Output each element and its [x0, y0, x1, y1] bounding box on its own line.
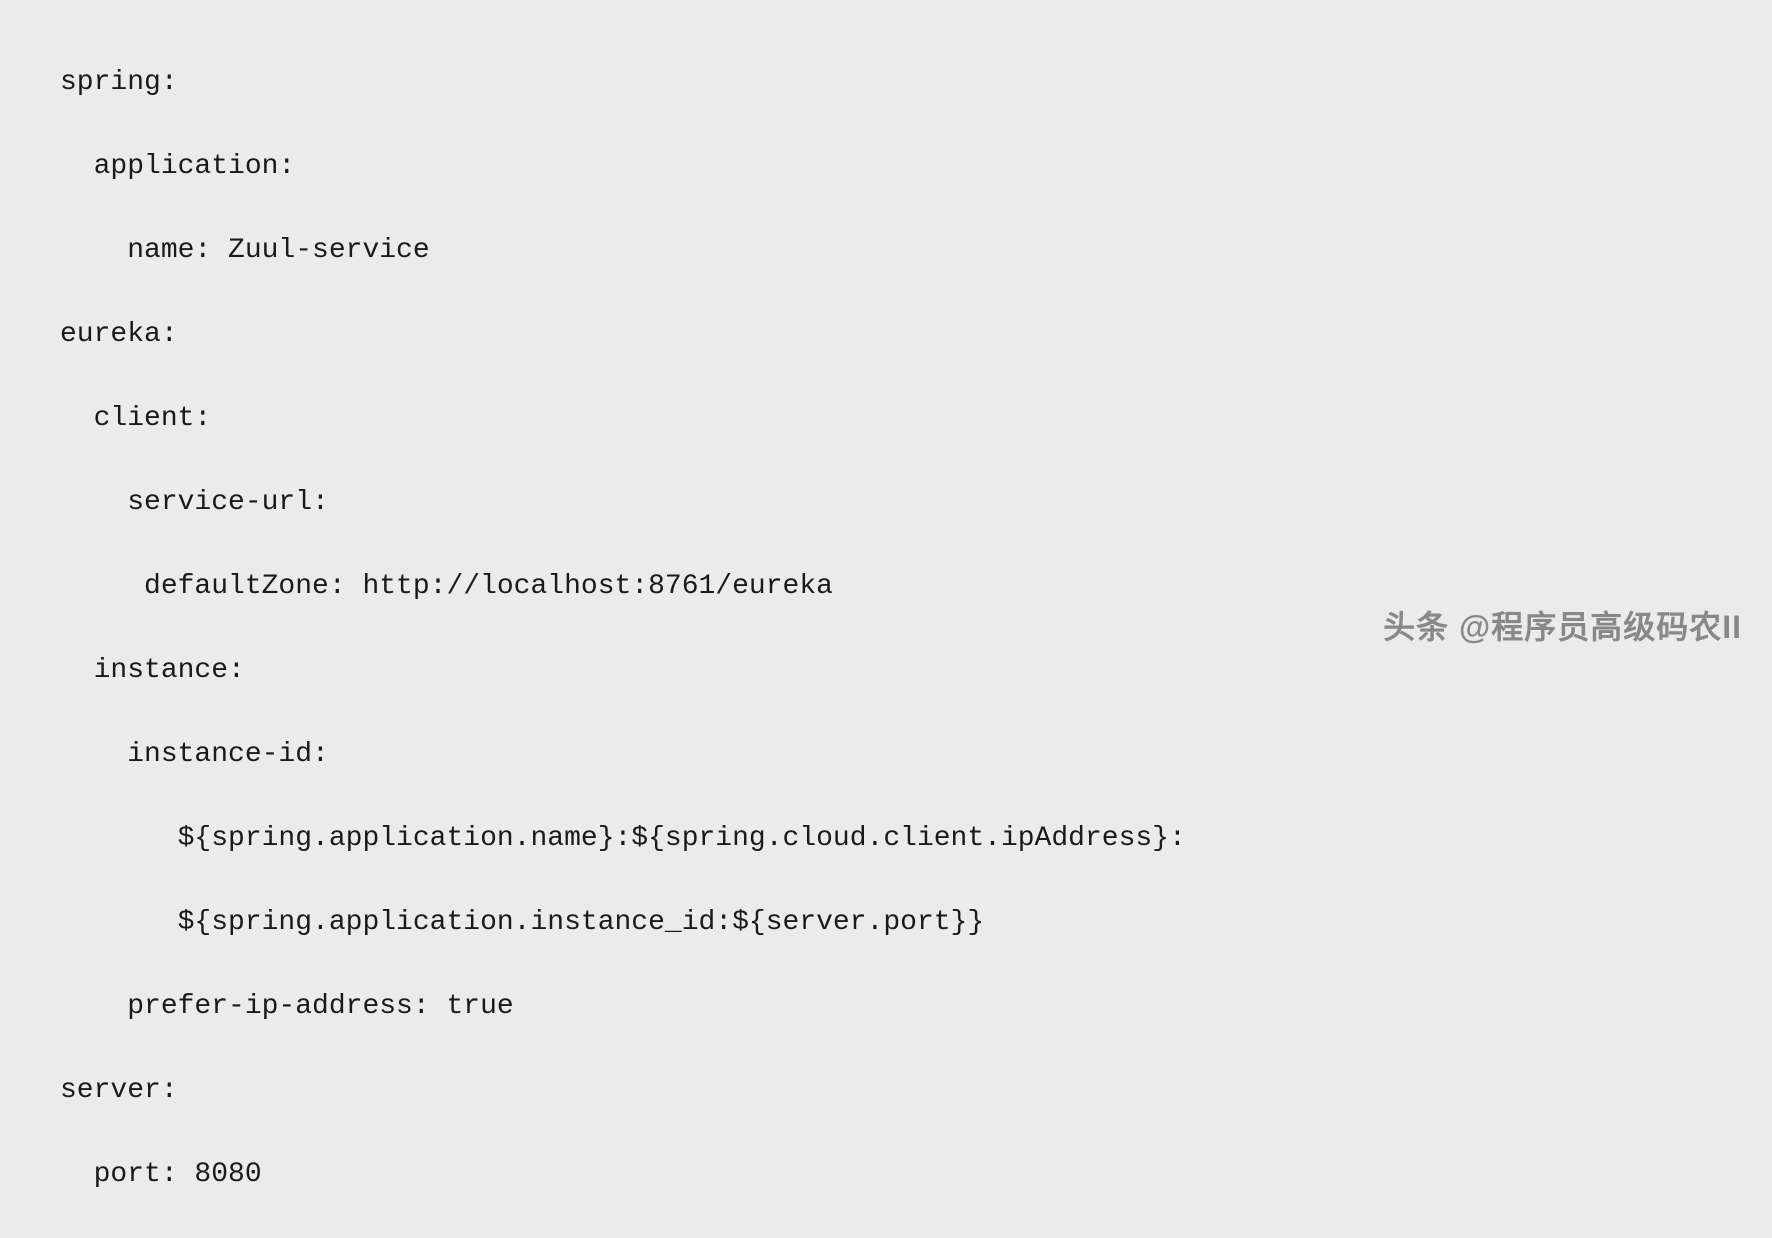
code-line: name: Zuul-service: [60, 230, 1772, 272]
code-line: ${spring.application.name}:${spring.clou…: [60, 818, 1772, 860]
code-line: ${spring.application.instance_id:${serve…: [60, 902, 1772, 944]
code-line: client:: [60, 398, 1772, 440]
code-line: service-url:: [60, 482, 1772, 524]
watermark-text: 头条 @程序员高级码农II: [1383, 603, 1742, 651]
code-line: instance:: [60, 650, 1772, 692]
code-line: application:: [60, 146, 1772, 188]
code-line: port: 8080: [60, 1154, 1772, 1196]
code-line: eureka:: [60, 314, 1772, 356]
code-line: defaultZone: http://localhost:8761/eurek…: [60, 566, 1772, 608]
code-line: prefer-ip-address: true: [60, 986, 1772, 1028]
code-line: spring:: [60, 62, 1772, 104]
code-line: server:: [60, 1070, 1772, 1112]
code-line: instance-id:: [60, 734, 1772, 776]
